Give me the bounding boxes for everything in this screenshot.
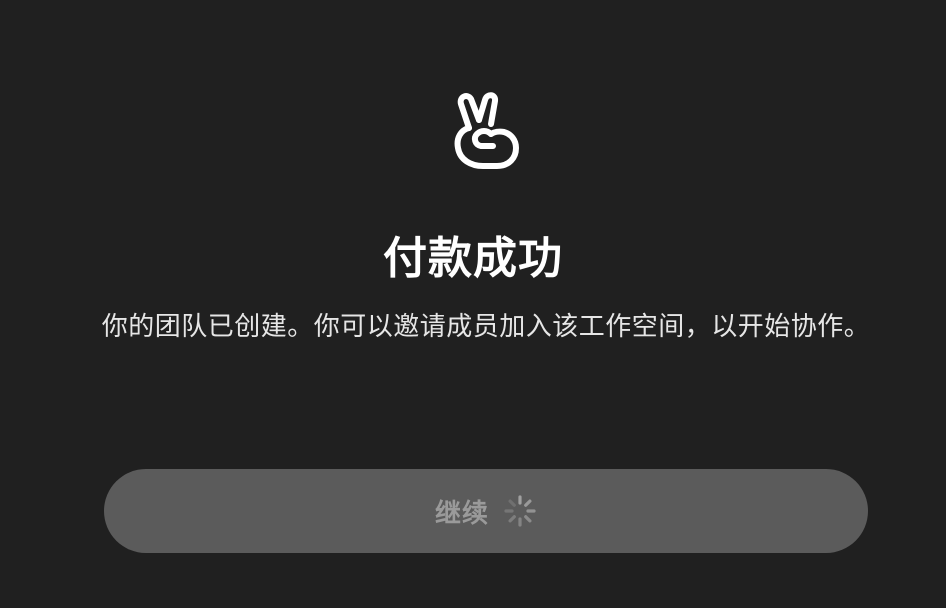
page-description: 你的团队已创建。你可以邀请成员加入该工作空间，以开始协作。 bbox=[101, 312, 871, 342]
loading-spinner-icon bbox=[504, 495, 536, 527]
victory-hand-icon bbox=[449, 88, 525, 174]
continue-button[interactable]: 继续 bbox=[104, 469, 868, 553]
continue-button-label: 继续 bbox=[434, 498, 489, 529]
page-title: 付款成功 bbox=[383, 233, 563, 284]
